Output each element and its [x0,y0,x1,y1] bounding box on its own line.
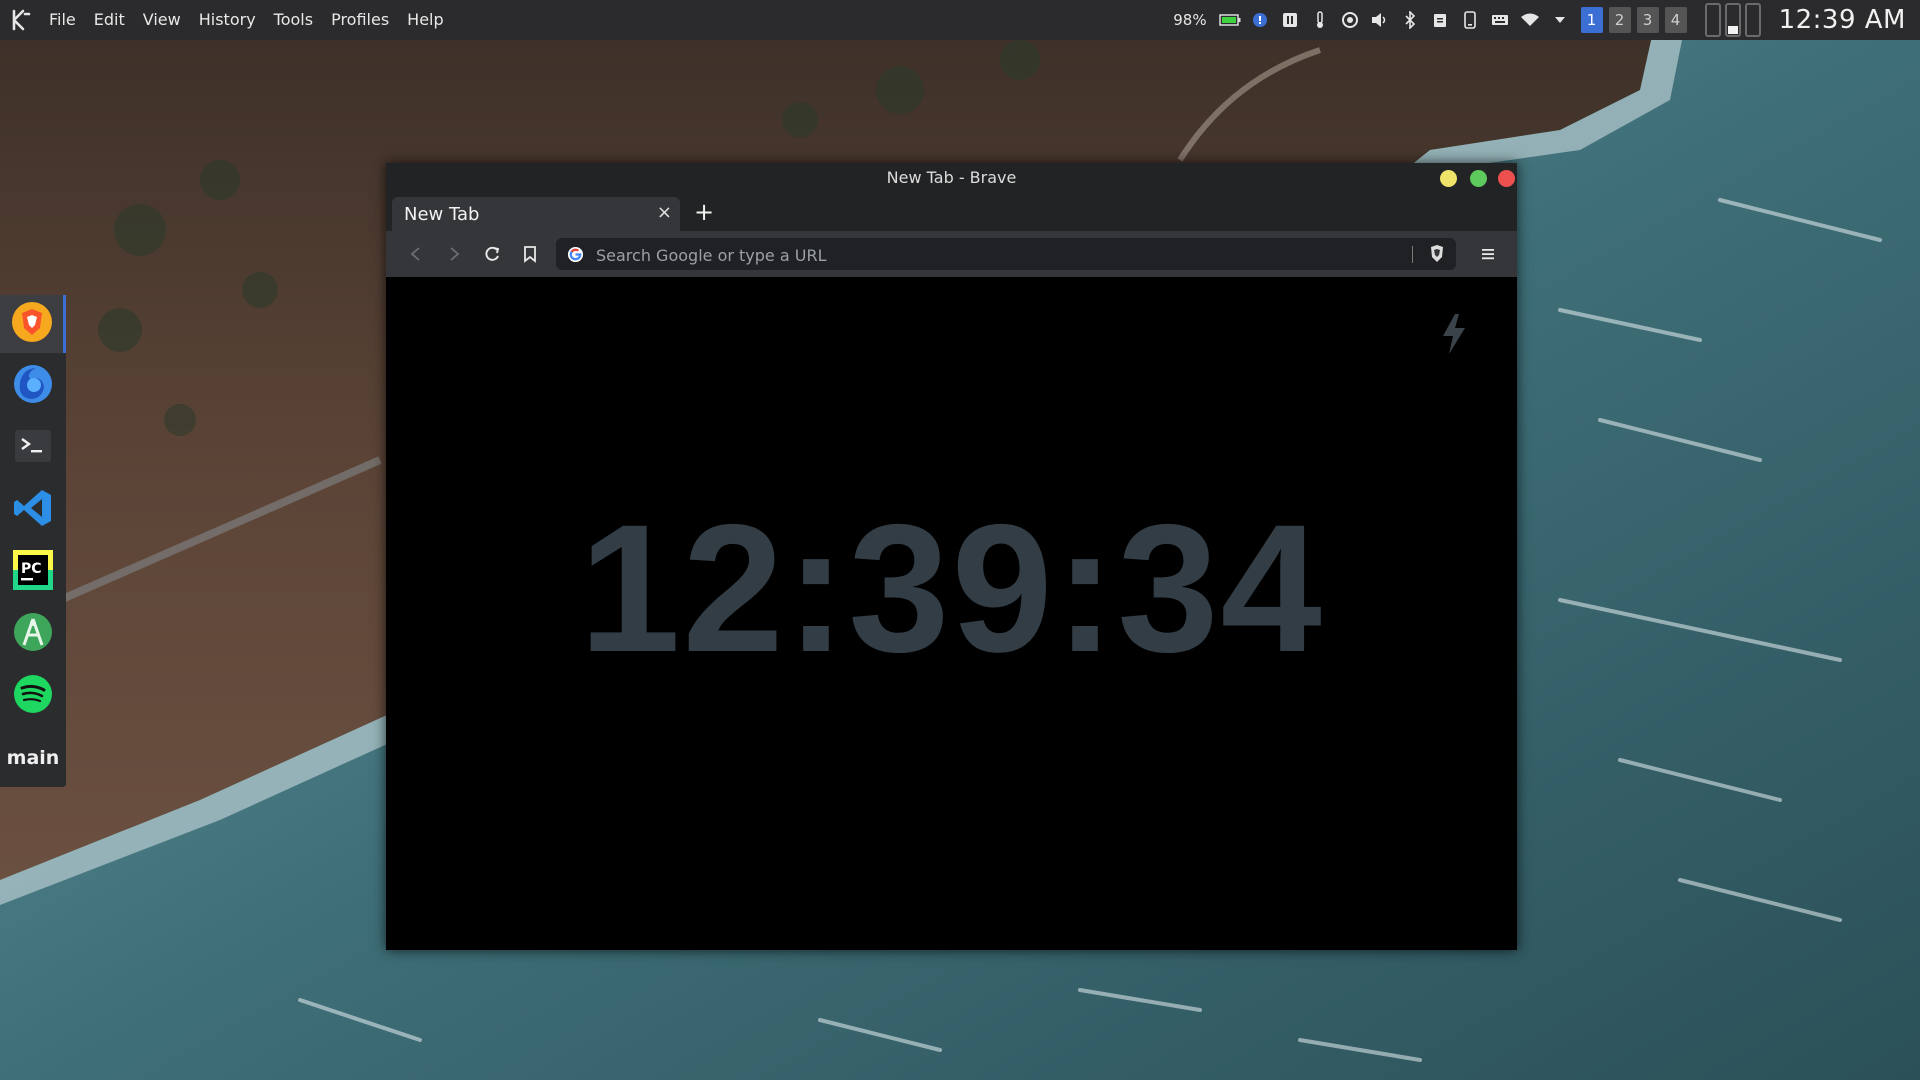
dock-firefox[interactable] [0,357,66,415]
kde-menu-icon[interactable] [0,0,40,40]
new-tab-button[interactable]: + [694,200,714,224]
menu-profiles[interactable]: Profiles [322,0,398,40]
firefox-icon [12,363,54,409]
battery-percent: 98% [1173,11,1207,29]
android-studio-icon [12,611,54,657]
clock-display: 12:39:34 [579,486,1324,690]
terminal-icon [14,427,52,469]
battery-icon[interactable] [1218,9,1241,31]
desktop: File Edit View History Tools Profiles He… [0,0,1920,1080]
temperature-icon[interactable] [1309,9,1331,31]
pycharm-icon: PC [12,549,54,595]
menu-edit[interactable]: Edit [85,0,134,40]
system-tray: 98% 1 2 3 4 12:39 AM [1173,0,1920,40]
tab-title: New Tab [404,204,480,225]
app-dock: PC main [0,295,66,787]
brave-window: New Tab - Brave New Tab × + Search Googl… [386,163,1517,950]
svg-text:PC: PC [21,561,42,577]
dock-vscode[interactable] [0,481,66,539]
menu-help[interactable]: Help [398,0,452,40]
brave-icon [11,301,53,347]
desktop-3-button[interactable]: 3 [1636,7,1659,33]
expand-arrow-icon[interactable] [1549,9,1571,31]
wifi-icon[interactable] [1519,9,1541,31]
spotify-icon [12,673,54,719]
info-icon[interactable] [1249,9,1271,31]
vscode-icon [12,487,54,533]
new-tab-page: 12:39:34 [386,277,1517,950]
google-icon [567,246,584,267]
top-panel: File Edit View History Tools Profiles He… [0,0,1920,40]
dock-terminal[interactable] [0,419,66,477]
forward-arrow-icon [450,247,460,261]
browser-toolbar [386,231,1517,277]
minimize-button[interactable] [1440,170,1457,187]
pager-cell-2[interactable] [1724,3,1741,37]
menu-tools[interactable]: Tools [265,0,322,40]
forward-button[interactable] [440,240,468,268]
tab-close-icon[interactable]: × [657,203,672,223]
reload-icon [485,246,500,261]
keyboard-icon[interactable] [1489,9,1511,31]
address-bar[interactable] [556,238,1456,272]
tab-new-tab[interactable]: New Tab × [392,197,680,231]
maximize-button[interactable] [1470,170,1487,187]
dock-pycharm[interactable]: PC [0,543,66,601]
bolt-icon[interactable] [1441,314,1467,358]
desktop-4-button[interactable]: 4 [1664,7,1687,33]
window-titlebar[interactable]: New Tab - Brave [386,163,1517,193]
pager-cell-1[interactable] [1704,3,1721,37]
omnibox-divider [1412,246,1413,263]
volume-icon[interactable] [1369,9,1391,31]
dock-brave[interactable] [0,295,66,353]
dock-activity-label[interactable]: main [0,729,66,787]
bookmark-button[interactable] [516,240,544,268]
panel-clock[interactable]: 12:39 AM [1779,5,1906,35]
activity-name: main [6,747,60,769]
hamburger-menu-icon [1482,249,1494,260]
tab-strip: New Tab × + [386,193,1517,231]
pause-icon[interactable] [1279,9,1301,31]
reload-button[interactable] [478,240,506,268]
dock-android-studio[interactable] [0,605,66,663]
sync-icon[interactable] [1339,9,1361,31]
search-input[interactable] [594,238,1398,272]
bookmark-icon [524,246,536,263]
window-title: New Tab - Brave [886,168,1017,187]
menu-history[interactable]: History [190,0,265,40]
brave-shields-icon[interactable] [1428,244,1446,268]
clipboard-icon[interactable] [1429,9,1451,31]
phone-icon[interactable] [1459,9,1481,31]
back-button[interactable] [402,240,430,268]
menu-file[interactable]: File [40,0,85,40]
desktop-1-button[interactable]: 1 [1580,7,1603,33]
pager-cell-3[interactable] [1744,3,1761,37]
bluetooth-icon[interactable] [1399,9,1421,31]
main-menu-button[interactable] [1474,240,1502,268]
dock-spotify[interactable] [0,667,66,725]
back-arrow-icon [410,247,420,261]
menu-view[interactable]: View [134,0,190,40]
close-window-button[interactable] [1498,170,1515,187]
desktop-2-button[interactable]: 2 [1608,7,1631,33]
